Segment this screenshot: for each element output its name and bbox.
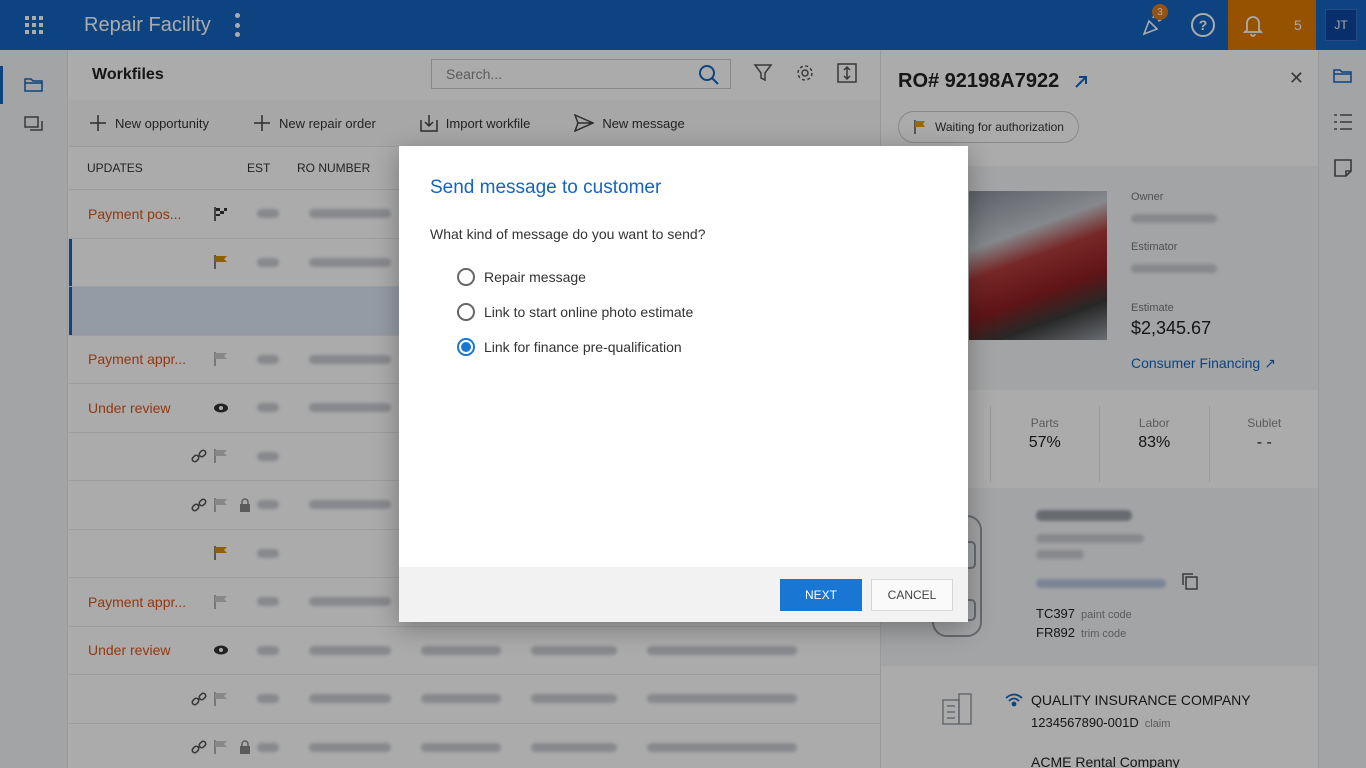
dialog-title: Send message to customer bbox=[430, 177, 662, 198]
option-label: Link to start online photo estimate bbox=[484, 304, 694, 320]
option-photo-estimate[interactable]: Link to start online photo estimate bbox=[457, 303, 693, 321]
radio-button[interactable] bbox=[457, 268, 475, 286]
dialog-footer: NEXT CANCEL bbox=[399, 567, 968, 622]
cancel-button[interactable]: CANCEL bbox=[871, 579, 953, 611]
option-finance-prequalification[interactable]: Link for finance pre-qualification bbox=[457, 338, 682, 356]
send-message-dialog: Send message to customer What kind of me… bbox=[399, 146, 968, 622]
next-button[interactable]: NEXT bbox=[780, 579, 862, 611]
dialog-question: What kind of message do you want to send… bbox=[430, 226, 706, 242]
radio-button[interactable] bbox=[457, 303, 475, 321]
radio-button-selected[interactable] bbox=[457, 338, 475, 356]
option-label: Repair message bbox=[484, 269, 586, 285]
option-repair-message[interactable]: Repair message bbox=[457, 268, 586, 286]
option-label: Link for finance pre-qualification bbox=[484, 339, 682, 355]
